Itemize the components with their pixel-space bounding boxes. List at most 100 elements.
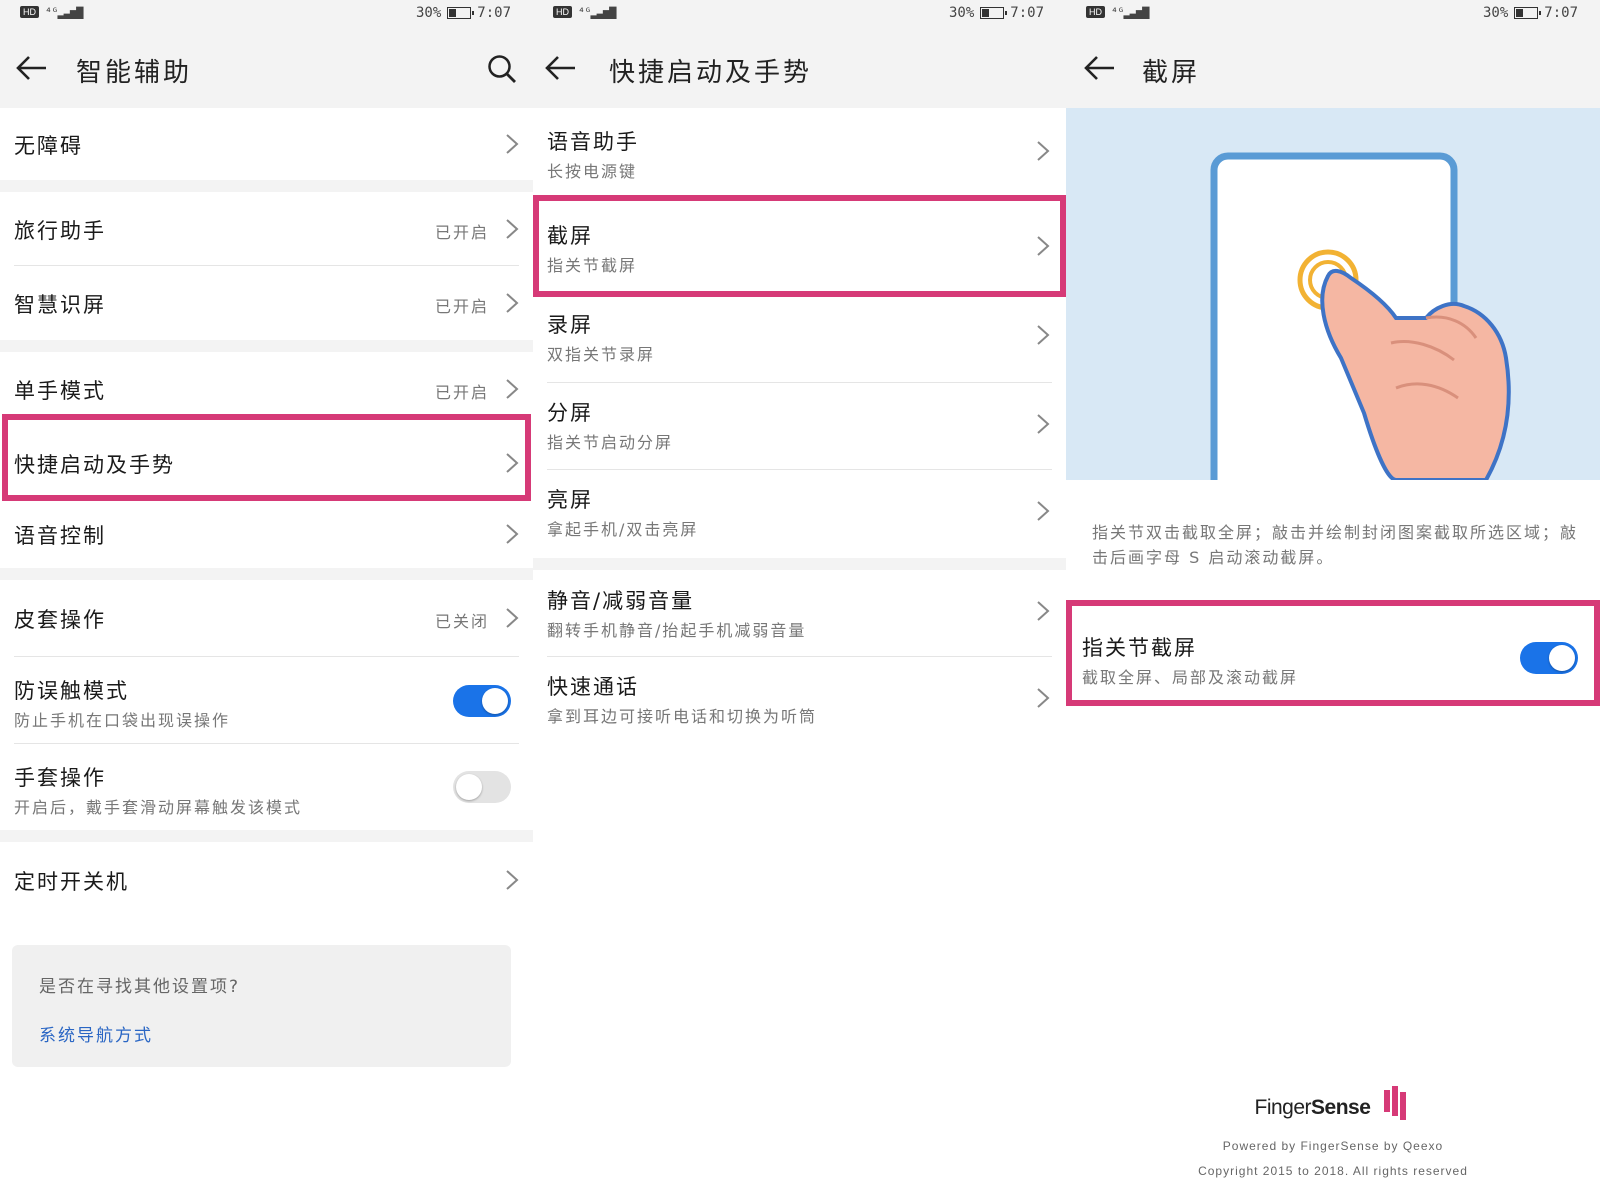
knuckle-illustration bbox=[1066, 108, 1600, 480]
signal-icon: ⁴ᴳ▂▃▅▇ bbox=[1111, 5, 1149, 19]
item-subtitle: 开启后，戴手套滑动屏幕触发该模式 bbox=[14, 798, 303, 817]
chevron-right-icon bbox=[506, 453, 519, 473]
item-subtitle: 指关节截屏 bbox=[547, 256, 638, 275]
item-label: 定时开关机 bbox=[14, 870, 129, 894]
battery-percent: 30% bbox=[415, 5, 442, 21]
feature-description: 指关节双击截取全屏；敲击并绘制封闭图案截取所选区域；敲击后画字母 S 启动滚动截… bbox=[1092, 523, 1579, 567]
app-header: 快捷启动及手势 bbox=[533, 28, 1066, 108]
item-label: 截屏 bbox=[547, 224, 593, 248]
chevron-right-icon bbox=[506, 379, 519, 399]
list-item-scheduled-power[interactable]: 定时开关机 bbox=[0, 842, 533, 918]
section-gap bbox=[533, 558, 1066, 570]
battery-percent: 30% bbox=[948, 5, 975, 21]
knuckle-screenshot-setting: 指关节截屏 截取全屏、局部及滚动截屏 bbox=[1066, 604, 1600, 704]
settings-list: 无障碍 旅行助手 已开启 智慧识屏 已开启 单手模式 已开启 快捷启动及手势 语… bbox=[0, 108, 533, 918]
signal-icon: ⁴ᴳ▂▃▅▇ bbox=[45, 5, 83, 19]
status-bar: HD ⁴ᴳ▂▃▅▇ 30% 7:07 bbox=[533, 0, 1066, 28]
item-label: 快捷启动及手势 bbox=[14, 453, 175, 477]
panel-screenshot: HD ⁴ᴳ▂▃▅▇ 30% 7:07 截屏 指关节双击截取全屏；敲击并绘制封闭图… bbox=[1066, 0, 1600, 1200]
chevron-right-icon bbox=[506, 134, 519, 154]
page-title: 智能辅助 bbox=[76, 58, 193, 88]
suggestion-card: 是否在寻找其他设置项? 系统导航方式 bbox=[12, 945, 511, 1067]
list-item-voice-control[interactable]: 语音控制 bbox=[0, 500, 533, 568]
list-item-quick-call[interactable]: 快速通话 拿到耳边可接听电话和切换为听筒 bbox=[533, 657, 1066, 744]
item-label: 语音助手 bbox=[547, 130, 639, 154]
chevron-right-icon bbox=[1037, 141, 1050, 161]
toggle-knob bbox=[456, 774, 482, 800]
fingersense-logo-icon bbox=[1383, 1086, 1406, 1120]
list-item-wake-screen[interactable]: 亮屏 拿起手机/双击亮屏 bbox=[533, 470, 1066, 558]
hd-indicator: HD bbox=[1086, 6, 1105, 18]
section-gap bbox=[0, 340, 533, 352]
item-label: 皮套操作 bbox=[14, 608, 106, 632]
list-item-mute-reduce-volume[interactable]: 静音/减弱音量 翻转手机静音/抬起手机减弱音量 bbox=[533, 570, 1066, 657]
list-item-smart-screen-recognition[interactable]: 智慧识屏 已开启 bbox=[0, 266, 533, 340]
status-bar: HD ⁴ᴳ▂▃▅▇ 30% 7:07 bbox=[1066, 0, 1600, 28]
chevron-right-icon bbox=[1037, 688, 1050, 708]
app-header: 截屏 bbox=[1066, 28, 1600, 108]
powered-by-text: Powered by FingerSense by Qeexo bbox=[1222, 1139, 1444, 1153]
item-label: 无障碍 bbox=[14, 134, 83, 158]
chevron-right-icon bbox=[1037, 601, 1050, 621]
list-item-shortcuts-gestures[interactable]: 快捷启动及手势 bbox=[0, 426, 533, 500]
panel-shortcuts-gestures: HD ⁴ᴳ▂▃▅▇ 30% 7:07 快捷启动及手势 语音助手 长按电源键 截屏… bbox=[533, 0, 1066, 1200]
item-subtitle: 拿起手机/双击亮屏 bbox=[547, 520, 699, 539]
list-item-cover-operation[interactable]: 皮套操作 已关闭 bbox=[0, 580, 533, 657]
item-subtitle: 长按电源键 bbox=[547, 162, 638, 181]
pocket-mode-toggle[interactable] bbox=[453, 685, 511, 717]
item-label: 快速通话 bbox=[547, 675, 639, 699]
toggle-knob bbox=[1549, 645, 1575, 671]
list-item-pocket-mode: 防误触模式 防止手机在口袋出现误操作 bbox=[0, 657, 533, 744]
search-icon[interactable] bbox=[487, 54, 517, 84]
section-gap bbox=[0, 180, 533, 192]
glove-mode-toggle[interactable] bbox=[453, 771, 511, 803]
battery-icon bbox=[447, 7, 475, 19]
hand-knuckle-illustration bbox=[1210, 152, 1511, 480]
chevron-right-icon bbox=[506, 870, 519, 890]
chevron-right-icon bbox=[1037, 325, 1050, 345]
list-item-screenshot[interactable]: 截屏 指关节截屏 bbox=[533, 195, 1066, 296]
item-subtitle: 指关节启动分屏 bbox=[547, 433, 674, 452]
hd-indicator: HD bbox=[553, 6, 572, 18]
clock: 7:07 bbox=[477, 5, 511, 21]
battery-percent: 30% bbox=[1482, 5, 1509, 21]
knuckle-screenshot-toggle[interactable] bbox=[1520, 642, 1578, 674]
list-item-voice-assistant[interactable]: 语音助手 长按电源键 bbox=[533, 108, 1066, 195]
settings-list: 语音助手 长按电源键 截屏 指关节截屏 录屏 双指关节录屏 分屏 指关节启动分屏… bbox=[533, 108, 1066, 744]
chevron-right-icon bbox=[506, 293, 519, 313]
copyright-text: Copyright 2015 to 2018. All rights reser… bbox=[1198, 1164, 1468, 1178]
item-label: 指关节截屏 bbox=[1082, 636, 1197, 660]
list-item-travel-assistant[interactable]: 旅行助手 已开启 bbox=[0, 192, 533, 266]
battery-icon bbox=[980, 7, 1008, 19]
list-item-screen-record[interactable]: 录屏 双指关节录屏 bbox=[533, 296, 1066, 383]
chevron-right-icon bbox=[1037, 414, 1050, 434]
system-navigation-link[interactable]: 系统导航方式 bbox=[39, 1021, 153, 1046]
brand-name-bold: Sense bbox=[1311, 1096, 1371, 1119]
list-item-split-screen[interactable]: 分屏 指关节启动分屏 bbox=[533, 383, 1066, 470]
item-label: 单手模式 bbox=[14, 379, 106, 403]
section-gap bbox=[0, 830, 533, 842]
item-subtitle: 截取全屏、局部及滚动截屏 bbox=[1082, 668, 1299, 687]
battery-icon bbox=[1514, 7, 1542, 19]
item-subtitle: 防止手机在口袋出现误操作 bbox=[14, 711, 231, 730]
status-bar: HD ⁴ᴳ▂▃▅▇ 30% 7:07 bbox=[0, 0, 533, 28]
list-item-one-hand-mode[interactable]: 单手模式 已开启 bbox=[0, 352, 533, 426]
item-label: 旅行助手 bbox=[14, 219, 106, 243]
item-label: 语音控制 bbox=[14, 524, 106, 548]
brand-name-light: Finger bbox=[1254, 1096, 1312, 1119]
item-label: 亮屏 bbox=[547, 488, 593, 512]
item-status: 已开启 bbox=[434, 383, 489, 402]
back-arrow-icon[interactable] bbox=[1082, 54, 1116, 82]
chevron-right-icon bbox=[1037, 236, 1050, 256]
item-subtitle: 翻转手机静音/抬起手机减弱音量 bbox=[547, 621, 807, 640]
panel-smart-assist: HD ⁴ᴳ▂▃▅▇ 30% 7:07 智能辅助 无障碍 旅行助手 已开启 智慧识… bbox=[0, 0, 533, 1200]
item-label: 静音/减弱音量 bbox=[547, 589, 695, 613]
item-status: 已开启 bbox=[434, 297, 489, 316]
item-status: 已开启 bbox=[434, 223, 489, 242]
item-label: 分屏 bbox=[547, 401, 593, 425]
fingersense-logo: FingerSense bbox=[1066, 1086, 1600, 1120]
list-item-accessibility[interactable]: 无障碍 bbox=[0, 108, 533, 180]
toggle-knob bbox=[482, 688, 508, 714]
back-arrow-icon[interactable] bbox=[543, 54, 577, 82]
back-arrow-icon[interactable] bbox=[14, 54, 48, 82]
